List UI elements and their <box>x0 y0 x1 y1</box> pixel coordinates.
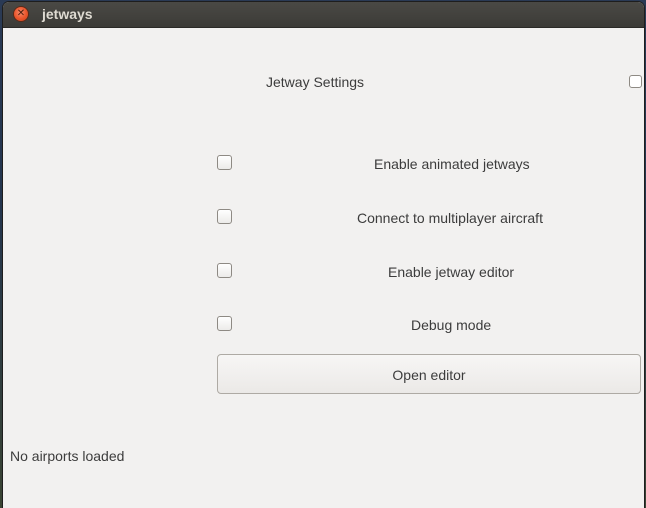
settings-heading: Jetway Settings <box>266 74 365 90</box>
debug-mode-checkbox[interactable] <box>217 316 232 331</box>
status-text: No airports loaded <box>10 448 125 464</box>
animated-jetways-label: Enable animated jetways <box>374 156 530 172</box>
window-content: Jetway Settings Enable animated jetways … <box>3 28 644 508</box>
multiplayer-checkbox[interactable] <box>217 209 232 224</box>
open-editor-button[interactable]: Open editor <box>217 354 641 394</box>
jetway-editor-label: Enable jetway editor <box>388 264 515 280</box>
animated-jetways-checkbox[interactable] <box>217 155 232 170</box>
window-title: jetways <box>42 6 93 22</box>
jetway-editor-checkbox[interactable] <box>217 263 232 278</box>
multiplayer-label: Connect to multiplayer aircraft <box>357 210 543 226</box>
close-icon[interactable]: ✕ <box>14 7 28 21</box>
window-titlebar[interactable]: ✕ jetways <box>3 2 644 28</box>
debug-mode-label: Debug mode <box>411 317 492 333</box>
pin-checkbox[interactable] <box>629 75 642 88</box>
jetways-window: ✕ jetways Jetway Settings Enable animate… <box>3 2 644 508</box>
